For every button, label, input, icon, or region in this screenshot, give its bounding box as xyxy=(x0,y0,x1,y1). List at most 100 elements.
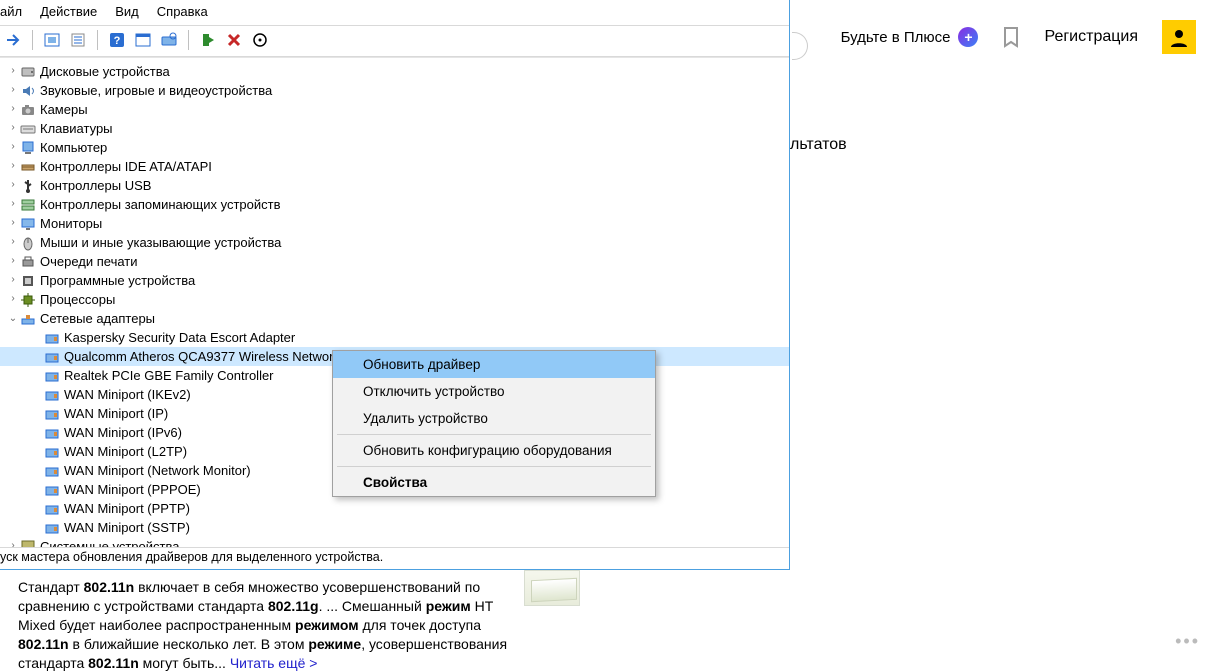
yandex-header: Будьте в Плюсе + Регистрация xyxy=(841,20,1212,54)
tree-label: WAN Miniport (SSTP) xyxy=(64,520,190,535)
usb-icon xyxy=(20,178,36,194)
nic-icon xyxy=(44,501,60,517)
expand-toggle[interactable]: › xyxy=(6,275,20,286)
tree-label: Сетевые адаптеры xyxy=(40,311,155,326)
tree-category[interactable]: › Клавиатуры xyxy=(0,119,789,138)
tree-label: Системные устройства xyxy=(40,539,179,547)
tree-label: Дисковые устройства xyxy=(40,64,170,79)
ctx-remove-device[interactable]: Удалить устройство xyxy=(333,405,655,432)
expand-toggle[interactable]: › xyxy=(6,237,20,248)
tree-category[interactable]: › Очереди печати xyxy=(0,252,789,271)
tree-category[interactable]: ›Процессоры xyxy=(0,290,789,309)
expand-toggle[interactable]: › xyxy=(6,85,20,96)
expand-toggle[interactable]: › xyxy=(6,66,20,77)
nic-icon xyxy=(44,425,60,441)
tree-category[interactable]: ›Программные устройства xyxy=(0,271,789,290)
read-more-link[interactable]: Читать ещё > xyxy=(230,655,318,671)
show-hidden-button[interactable] xyxy=(41,29,63,51)
tree-label: Камеры xyxy=(40,102,88,117)
register-link[interactable]: Регистрация xyxy=(1044,28,1138,46)
camera-icon xyxy=(20,102,36,118)
pc-icon xyxy=(20,140,36,156)
soft-icon xyxy=(20,273,36,289)
expand-toggle[interactable]: › xyxy=(6,199,20,210)
expand-toggle[interactable]: › xyxy=(6,294,20,305)
storage-icon xyxy=(20,197,36,213)
expand-toggle[interactable]: › xyxy=(6,104,20,115)
plus-icon: + xyxy=(958,27,978,47)
tree-category[interactable]: ⌄ Сетевые адаптеры xyxy=(0,309,789,328)
menu-help[interactable]: Справка xyxy=(157,4,208,19)
tree-label: WAN Miniport (IP) xyxy=(64,406,168,421)
scan-hw-button[interactable] xyxy=(158,29,180,51)
help-button[interactable]: ? xyxy=(106,29,128,51)
sys-icon xyxy=(20,539,36,548)
expand-toggle[interactable]: › xyxy=(6,218,20,229)
tree-device[interactable]: Kaspersky Security Data Escort Adapter xyxy=(0,328,789,347)
nic-icon xyxy=(44,463,60,479)
properties-button[interactable] xyxy=(67,29,89,51)
expand-toggle[interactable]: › xyxy=(6,142,20,153)
ide-icon xyxy=(20,159,36,175)
tree-label: Клавиатуры xyxy=(40,121,113,136)
expand-toggle[interactable]: › xyxy=(6,256,20,267)
tree-label: Realtek PCIe GBE Family Controller xyxy=(64,368,274,383)
toolbar: ? xyxy=(0,25,789,57)
yandex-plus-label: Будьте в Плюсе xyxy=(841,29,951,46)
audio-icon xyxy=(20,83,36,99)
net-icon xyxy=(20,311,36,327)
expand-toggle[interactable]: › xyxy=(6,123,20,134)
tree-category[interactable]: › Системные устройства xyxy=(0,537,789,547)
result-thumbnail[interactable] xyxy=(524,570,580,606)
ctx-properties[interactable]: Свойства xyxy=(333,469,655,496)
bookmark-icon[interactable] xyxy=(1002,26,1020,48)
forward-button[interactable] xyxy=(2,29,24,51)
tree-label: Qualcomm Atheros QCA9377 Wireless Networ… xyxy=(64,349,352,364)
tree-category[interactable]: ›Контроллеры IDE ATA/ATAPI xyxy=(0,157,789,176)
user-avatar[interactable] xyxy=(1162,20,1196,54)
tree-category[interactable]: › Камеры xyxy=(0,100,789,119)
tree-label: Звуковые, игровые и видеоустройства xyxy=(40,83,272,98)
tree-category[interactable]: › Мыши и иные указывающие устройства xyxy=(0,233,789,252)
search-result-snippet: Стандарт 802.11n включает в себя множест… xyxy=(18,578,518,672)
tree-category[interactable]: › Контроллеры USB xyxy=(0,176,789,195)
nic-icon xyxy=(44,330,60,346)
tree-category[interactable]: ›Контроллеры запоминающих устройств xyxy=(0,195,789,214)
ctx-update-driver[interactable]: Обновить драйвер xyxy=(333,351,655,378)
tree-category[interactable]: ›Мониторы xyxy=(0,214,789,233)
user-icon xyxy=(1169,27,1189,47)
tree-device[interactable]: WAN Miniport (PPTP) xyxy=(0,499,789,518)
update-driver-button[interactable] xyxy=(197,29,219,51)
disk-icon xyxy=(20,64,36,80)
expand-toggle[interactable]: ⌄ xyxy=(6,313,20,325)
results-text-fragment: льтатов xyxy=(790,136,847,154)
menu-action[interactable]: Действие xyxy=(40,4,97,19)
refresh-button[interactable] xyxy=(249,29,271,51)
tree-category[interactable]: ›Компьютер xyxy=(0,138,789,157)
ctx-disable-device[interactable]: Отключить устройство xyxy=(333,378,655,405)
tree-category[interactable]: › Звуковые, игровые и видеоустройства xyxy=(0,81,789,100)
nic-icon xyxy=(44,444,60,460)
menu-file[interactable]: айл xyxy=(0,4,22,19)
tree-label: Очереди печати xyxy=(40,254,138,269)
tree-label: Контроллеры USB xyxy=(40,178,151,193)
tree-label: WAN Miniport (PPTP) xyxy=(64,501,190,516)
menu-view[interactable]: Вид xyxy=(115,4,139,19)
calendar-button[interactable] xyxy=(132,29,154,51)
tree-category[interactable]: › Дисковые устройства xyxy=(0,62,789,81)
tree-label: Kaspersky Security Data Escort Adapter xyxy=(64,330,295,345)
tree-label: Мыши и иные указывающие устройства xyxy=(40,235,281,250)
nic-icon xyxy=(44,387,60,403)
expand-toggle[interactable]: › xyxy=(6,180,20,191)
uninstall-button[interactable] xyxy=(223,29,245,51)
ctx-rescan-hw[interactable]: Обновить конфигурацию оборудования xyxy=(333,437,655,464)
more-menu-icon[interactable]: ••• xyxy=(1175,631,1200,652)
tree-label: WAN Miniport (PPPOE) xyxy=(64,482,201,497)
nic-icon xyxy=(44,368,60,384)
yandex-plus-link[interactable]: Будьте в Плюсе + xyxy=(841,27,979,47)
tree-device[interactable]: WAN Miniport (SSTP) xyxy=(0,518,789,537)
kbd-icon xyxy=(20,121,36,137)
expand-toggle[interactable]: › xyxy=(6,541,20,547)
tree-label: WAN Miniport (Network Monitor) xyxy=(64,463,251,478)
expand-toggle[interactable]: › xyxy=(6,161,20,172)
